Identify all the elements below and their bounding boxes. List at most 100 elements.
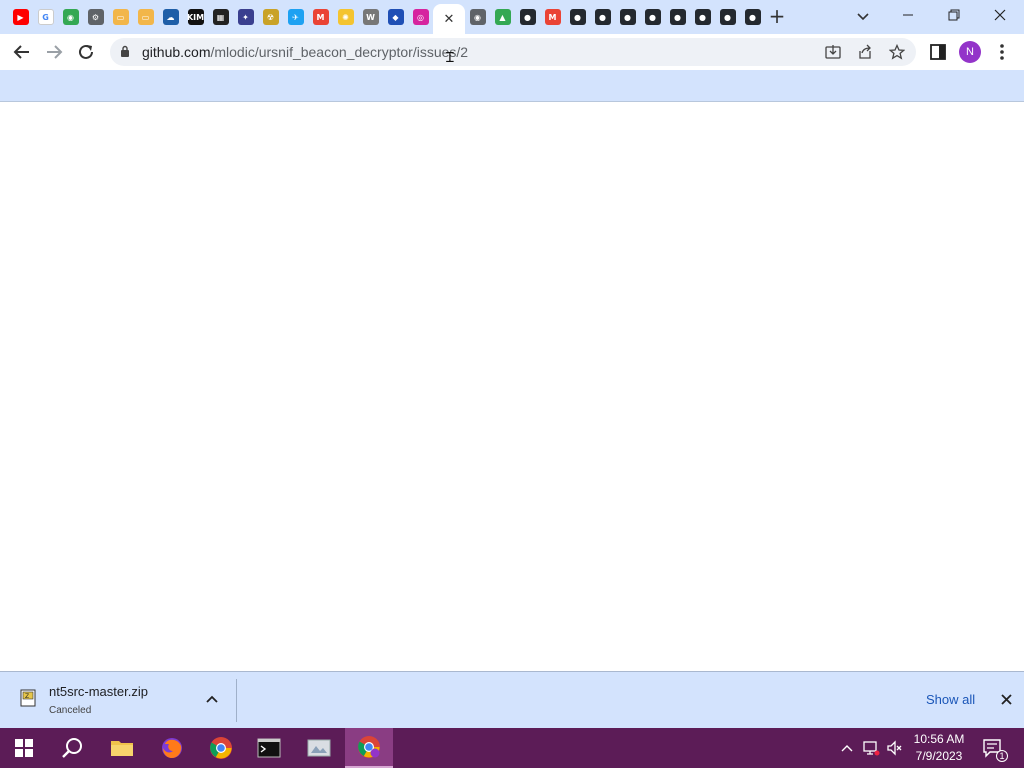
close-window-button[interactable] <box>980 4 1020 26</box>
tab[interactable]: ● <box>715 5 740 29</box>
install-icon <box>825 45 841 59</box>
github-8-icon: ● <box>719 9 736 25</box>
side-panel-icon <box>930 44 946 60</box>
tab[interactable]: ▶ <box>8 5 33 29</box>
tab[interactable]: ☁ <box>158 5 183 29</box>
arrow-right-icon <box>47 45 63 59</box>
chevron-up-icon <box>841 745 853 752</box>
instagram-icon: ◎ <box>412 9 429 25</box>
folder-2-icon: ▭ <box>137 9 154 25</box>
restore-button[interactable] <box>934 4 974 26</box>
tab-active[interactable]: ✕ <box>433 4 465 34</box>
github-9-icon: ● <box>744 9 761 25</box>
tab[interactable]: ● <box>690 5 715 29</box>
tab[interactable]: ● <box>515 5 540 29</box>
twitter-icon: ✈ <box>287 9 304 25</box>
folder-1-icon: ▭ <box>112 9 129 25</box>
github-3-icon: ● <box>594 9 611 25</box>
tab[interactable]: ● <box>640 5 665 29</box>
tab[interactable]: ◉ <box>58 5 83 29</box>
browser-menu-button[interactable] <box>989 39 1015 65</box>
windows-logo-icon <box>15 739 33 757</box>
cloud-icon: ☁ <box>162 9 179 25</box>
profile-avatar[interactable]: N <box>959 41 981 63</box>
tab[interactable]: ✦ <box>233 5 258 29</box>
tab[interactable]: ✈ <box>283 5 308 29</box>
tab[interactable]: ● <box>665 5 690 29</box>
side-panel-button[interactable] <box>925 39 951 65</box>
google-icon: G <box>37 9 54 25</box>
bookmark-bar <box>0 70 1024 102</box>
tab[interactable]: ● <box>615 5 640 29</box>
sonic-icon: ◆ <box>387 9 404 25</box>
tab[interactable]: M <box>308 5 333 29</box>
bulb-icon: ✺ <box>337 9 354 25</box>
browser-toolbar: github.com/mlodic/ursnif_beacon_decrypto… <box>0 34 1024 70</box>
tab[interactable]: KIM <box>183 5 208 29</box>
zip-file-icon: Z <box>20 689 36 707</box>
bookmark-star-button[interactable] <box>888 43 906 61</box>
svg-text:Z: Z <box>25 693 29 700</box>
github-7-icon: ● <box>694 9 711 25</box>
tab[interactable]: ✺ <box>333 5 358 29</box>
download-options-button[interactable] <box>204 691 220 707</box>
notification-center-button[interactable]: 1 <box>980 738 1008 762</box>
chrome-icon <box>210 737 232 759</box>
tab[interactable]: ● <box>590 5 615 29</box>
taskbar-firefox[interactable] <box>148 728 196 768</box>
page-content <box>0 103 1024 671</box>
reload-button[interactable] <box>73 39 99 65</box>
forward-button[interactable] <box>41 39 67 65</box>
show-hidden-icons-button[interactable] <box>838 738 856 758</box>
minimize-button[interactable] <box>888 4 928 26</box>
url-host: github.com <box>142 44 211 60</box>
minimize-icon <box>903 14 913 16</box>
url-text[interactable]: github.com/mlodic/ursnif_beacon_decrypto… <box>142 44 468 60</box>
taskbar-app-window[interactable] <box>295 728 343 768</box>
address-bar[interactable]: github.com/mlodic/ursnif_beacon_decrypto… <box>110 38 916 66</box>
taskbar-terminal[interactable] <box>245 728 293 768</box>
tab[interactable]: ▭ <box>108 5 133 29</box>
star-icon <box>889 44 905 60</box>
download-file-name[interactable]: nt5src-master.zip <box>49 684 148 699</box>
start-button[interactable] <box>0 728 48 768</box>
show-all-downloads-link[interactable]: Show all <box>926 692 975 707</box>
lock-icon[interactable] <box>120 45 130 58</box>
tab[interactable]: ▭ <box>133 5 158 29</box>
tab[interactable]: ◆ <box>383 5 408 29</box>
tab[interactable]: ▦ <box>208 5 233 29</box>
tab[interactable]: W <box>358 5 383 29</box>
taskbar-chrome[interactable] <box>197 728 245 768</box>
share-icon <box>859 44 871 59</box>
search-button[interactable] <box>48 728 96 768</box>
reload-icon <box>79 44 93 59</box>
taskbar-chrome-active[interactable] <box>345 728 393 768</box>
taskbar-clock[interactable]: 10:56 AM 7/9/2023 <box>908 731 970 765</box>
github-1-icon: ● <box>519 9 536 25</box>
tab[interactable]: ▲ <box>490 5 515 29</box>
tab[interactable]: ● <box>740 5 765 29</box>
clock-time: 10:56 AM <box>913 732 965 746</box>
volume-button[interactable] <box>884 738 906 758</box>
tab[interactable]: ● <box>565 5 590 29</box>
tab[interactable]: M <box>540 5 565 29</box>
tab-search-button[interactable] <box>852 6 874 28</box>
new-tab-button[interactable]: + <box>766 6 788 28</box>
tab[interactable]: ⚙ <box>83 5 108 29</box>
network-button[interactable] <box>860 738 882 758</box>
close-shelf-button[interactable] <box>998 691 1014 707</box>
share-button[interactable] <box>856 43 874 61</box>
tab[interactable]: ☢ <box>258 5 283 29</box>
wiki-icon: W <box>362 9 379 25</box>
tab[interactable]: ◎ <box>408 5 433 29</box>
tab[interactable]: G <box>33 5 58 29</box>
close-tab-button[interactable]: ✕ <box>444 12 455 27</box>
app-window-icon <box>307 739 331 757</box>
close-icon <box>1000 693 1012 705</box>
install-app-button[interactable] <box>824 43 842 61</box>
volume-muted-icon <box>887 740 902 756</box>
github-5-icon: ● <box>644 9 661 25</box>
tab[interactable]: ◉ <box>465 5 490 29</box>
taskbar-file-explorer[interactable] <box>98 728 146 768</box>
back-button[interactable] <box>9 39 35 65</box>
